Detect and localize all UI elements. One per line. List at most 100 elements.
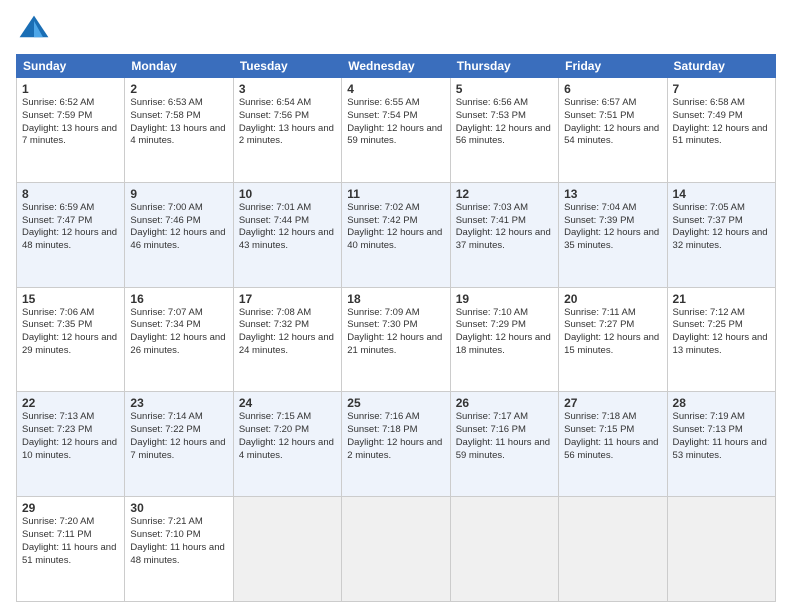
day-number: 5 [456,82,553,96]
calendar-cell: 26Sunrise: 7:17 AM Sunset: 7:16 PM Dayli… [450,392,558,497]
day-info: Sunrise: 7:10 AM Sunset: 7:29 PM Dayligh… [456,307,553,358]
weekday-header-friday: Friday [559,55,667,78]
day-info: Sunrise: 7:03 AM Sunset: 7:41 PM Dayligh… [456,202,553,253]
day-number: 13 [564,187,661,201]
calendar-cell: 15Sunrise: 7:06 AM Sunset: 7:35 PM Dayli… [17,287,125,392]
day-number: 18 [347,292,444,306]
calendar-cell: 30Sunrise: 7:21 AM Sunset: 7:10 PM Dayli… [125,497,233,602]
week-row-3: 15Sunrise: 7:06 AM Sunset: 7:35 PM Dayli… [17,287,776,392]
day-info: Sunrise: 6:53 AM Sunset: 7:58 PM Dayligh… [130,97,227,148]
day-number: 22 [22,396,119,410]
day-number: 26 [456,396,553,410]
calendar-cell: 27Sunrise: 7:18 AM Sunset: 7:15 PM Dayli… [559,392,667,497]
day-info: Sunrise: 6:59 AM Sunset: 7:47 PM Dayligh… [22,202,119,253]
day-info: Sunrise: 6:55 AM Sunset: 7:54 PM Dayligh… [347,97,444,148]
day-number: 4 [347,82,444,96]
calendar-cell: 7Sunrise: 6:58 AM Sunset: 7:49 PM Daylig… [667,78,775,183]
day-info: Sunrise: 6:56 AM Sunset: 7:53 PM Dayligh… [456,97,553,148]
calendar-cell: 16Sunrise: 7:07 AM Sunset: 7:34 PM Dayli… [125,287,233,392]
day-number: 9 [130,187,227,201]
calendar-cell [233,497,341,602]
calendar-cell: 21Sunrise: 7:12 AM Sunset: 7:25 PM Dayli… [667,287,775,392]
calendar-cell: 13Sunrise: 7:04 AM Sunset: 7:39 PM Dayli… [559,182,667,287]
day-info: Sunrise: 6:58 AM Sunset: 7:49 PM Dayligh… [673,97,770,148]
day-number: 7 [673,82,770,96]
week-row-4: 22Sunrise: 7:13 AM Sunset: 7:23 PM Dayli… [17,392,776,497]
calendar-cell [450,497,558,602]
day-info: Sunrise: 7:11 AM Sunset: 7:27 PM Dayligh… [564,307,661,358]
day-number: 28 [673,396,770,410]
calendar-cell: 14Sunrise: 7:05 AM Sunset: 7:37 PM Dayli… [667,182,775,287]
day-info: Sunrise: 7:17 AM Sunset: 7:16 PM Dayligh… [456,411,553,462]
calendar-cell: 29Sunrise: 7:20 AM Sunset: 7:11 PM Dayli… [17,497,125,602]
weekday-header-saturday: Saturday [667,55,775,78]
day-info: Sunrise: 7:20 AM Sunset: 7:11 PM Dayligh… [22,516,119,567]
day-number: 12 [456,187,553,201]
day-number: 2 [130,82,227,96]
calendar-cell: 2Sunrise: 6:53 AM Sunset: 7:58 PM Daylig… [125,78,233,183]
day-info: Sunrise: 7:00 AM Sunset: 7:46 PM Dayligh… [130,202,227,253]
calendar-cell: 12Sunrise: 7:03 AM Sunset: 7:41 PM Dayli… [450,182,558,287]
day-info: Sunrise: 7:02 AM Sunset: 7:42 PM Dayligh… [347,202,444,253]
day-number: 19 [456,292,553,306]
day-info: Sunrise: 7:13 AM Sunset: 7:23 PM Dayligh… [22,411,119,462]
day-info: Sunrise: 7:14 AM Sunset: 7:22 PM Dayligh… [130,411,227,462]
logo-icon [16,12,52,48]
day-number: 16 [130,292,227,306]
day-number: 3 [239,82,336,96]
day-info: Sunrise: 7:09 AM Sunset: 7:30 PM Dayligh… [347,307,444,358]
calendar-cell: 8Sunrise: 6:59 AM Sunset: 7:47 PM Daylig… [17,182,125,287]
day-number: 11 [347,187,444,201]
day-info: Sunrise: 7:08 AM Sunset: 7:32 PM Dayligh… [239,307,336,358]
calendar-cell: 5Sunrise: 6:56 AM Sunset: 7:53 PM Daylig… [450,78,558,183]
day-number: 17 [239,292,336,306]
day-info: Sunrise: 7:06 AM Sunset: 7:35 PM Dayligh… [22,307,119,358]
calendar-cell: 1Sunrise: 6:52 AM Sunset: 7:59 PM Daylig… [17,78,125,183]
calendar-cell: 20Sunrise: 7:11 AM Sunset: 7:27 PM Dayli… [559,287,667,392]
day-number: 24 [239,396,336,410]
week-row-5: 29Sunrise: 7:20 AM Sunset: 7:11 PM Dayli… [17,497,776,602]
day-number: 6 [564,82,661,96]
day-info: Sunrise: 7:12 AM Sunset: 7:25 PM Dayligh… [673,307,770,358]
day-info: Sunrise: 7:18 AM Sunset: 7:15 PM Dayligh… [564,411,661,462]
day-info: Sunrise: 7:16 AM Sunset: 7:18 PM Dayligh… [347,411,444,462]
day-number: 25 [347,396,444,410]
calendar-cell: 28Sunrise: 7:19 AM Sunset: 7:13 PM Dayli… [667,392,775,497]
day-number: 14 [673,187,770,201]
calendar-cell [559,497,667,602]
calendar-cell: 4Sunrise: 6:55 AM Sunset: 7:54 PM Daylig… [342,78,450,183]
weekday-header-tuesday: Tuesday [233,55,341,78]
calendar-cell: 19Sunrise: 7:10 AM Sunset: 7:29 PM Dayli… [450,287,558,392]
week-row-2: 8Sunrise: 6:59 AM Sunset: 7:47 PM Daylig… [17,182,776,287]
calendar-cell [342,497,450,602]
week-row-1: 1Sunrise: 6:52 AM Sunset: 7:59 PM Daylig… [17,78,776,183]
calendar-cell [667,497,775,602]
weekday-header-row: SundayMondayTuesdayWednesdayThursdayFrid… [17,55,776,78]
day-info: Sunrise: 7:07 AM Sunset: 7:34 PM Dayligh… [130,307,227,358]
calendar-cell: 9Sunrise: 7:00 AM Sunset: 7:46 PM Daylig… [125,182,233,287]
header [16,12,776,48]
logo [16,12,56,48]
calendar-cell: 3Sunrise: 6:54 AM Sunset: 7:56 PM Daylig… [233,78,341,183]
page: SundayMondayTuesdayWednesdayThursdayFrid… [0,0,792,612]
weekday-header-sunday: Sunday [17,55,125,78]
calendar: SundayMondayTuesdayWednesdayThursdayFrid… [16,54,776,602]
day-number: 30 [130,501,227,515]
day-number: 23 [130,396,227,410]
day-number: 29 [22,501,119,515]
weekday-header-wednesday: Wednesday [342,55,450,78]
day-info: Sunrise: 7:04 AM Sunset: 7:39 PM Dayligh… [564,202,661,253]
day-info: Sunrise: 7:01 AM Sunset: 7:44 PM Dayligh… [239,202,336,253]
day-info: Sunrise: 7:21 AM Sunset: 7:10 PM Dayligh… [130,516,227,567]
day-info: Sunrise: 6:52 AM Sunset: 7:59 PM Dayligh… [22,97,119,148]
day-number: 27 [564,396,661,410]
calendar-cell: 23Sunrise: 7:14 AM Sunset: 7:22 PM Dayli… [125,392,233,497]
day-number: 8 [22,187,119,201]
day-info: Sunrise: 7:19 AM Sunset: 7:13 PM Dayligh… [673,411,770,462]
day-info: Sunrise: 6:57 AM Sunset: 7:51 PM Dayligh… [564,97,661,148]
calendar-cell: 18Sunrise: 7:09 AM Sunset: 7:30 PM Dayli… [342,287,450,392]
day-info: Sunrise: 6:54 AM Sunset: 7:56 PM Dayligh… [239,97,336,148]
day-number: 10 [239,187,336,201]
calendar-cell: 24Sunrise: 7:15 AM Sunset: 7:20 PM Dayli… [233,392,341,497]
weekday-header-thursday: Thursday [450,55,558,78]
